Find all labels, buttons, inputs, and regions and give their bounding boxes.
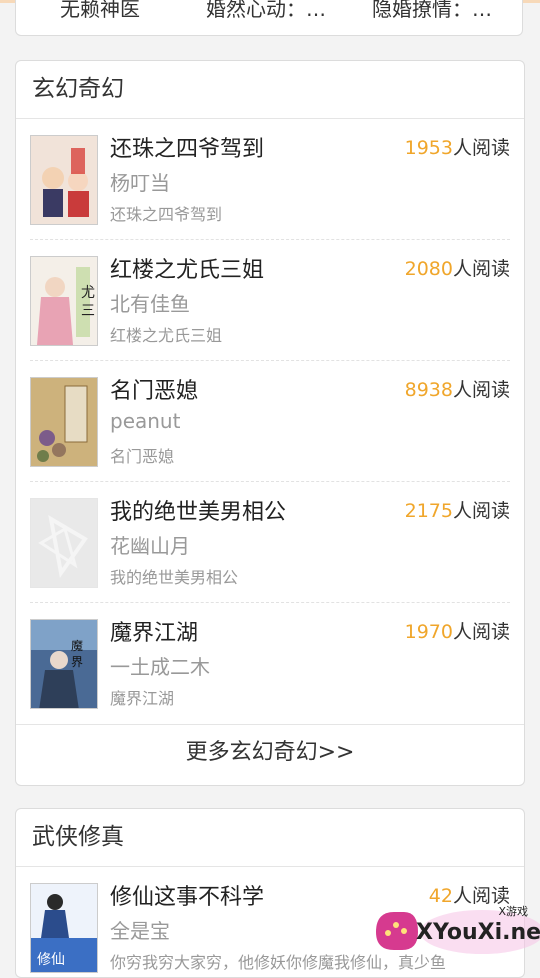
book-cover[interactable]: 魔 界 (30, 619, 98, 709)
book-item[interactable]: 魔 界 魔界江湖 1970人阅读 一土成二木 魔界江湖 (30, 603, 510, 724)
read-count: 2175人阅读 (404, 500, 510, 522)
section-xuanhuan: 玄幻奇幻 还珠之四爷驾到 1953人阅读 杨叮当 还珠之四爷驾到 尤 三 红楼之… (15, 60, 525, 786)
book-title[interactable]: 名门恶媳 (110, 373, 198, 405)
book-item[interactable]: 尤 三 红楼之尤氏三姐 2080人阅读 北有佳鱼 红楼之尤氏三姐 (30, 240, 510, 361)
book-author: 花幽山月 (110, 534, 190, 558)
book-item[interactable]: 名门恶媳 8938人阅读 peanut 名门恶媳 (30, 361, 510, 482)
book-title[interactable]: 还珠之四爷驾到 (110, 131, 264, 163)
book-description: 我的绝世美男相公 (110, 568, 239, 587)
book-author: 全是宝 (110, 919, 170, 943)
previous-section-card: 无赖神医 婚然心动：… 隐婚撩情：… (15, 0, 523, 36)
section-title: 武侠修真 (16, 809, 524, 867)
watermark-brand: XYouXi.net (416, 920, 540, 945)
book-title[interactable]: 红楼之尤氏三姐 (110, 252, 264, 284)
section-title: 玄幻奇幻 (16, 61, 524, 119)
book-author: peanut (110, 409, 181, 433)
svg-text:界: 界 (71, 655, 83, 669)
book-author: 杨叮当 (110, 171, 170, 195)
svg-text:魔: 魔 (71, 638, 83, 653)
site-watermark: X游戏 XYouXi.net (372, 898, 540, 960)
book-title[interactable]: 修仙这事不科学 (110, 879, 264, 911)
book-cover-placeholder[interactable] (30, 498, 98, 588)
book-description: 名门恶媳 (110, 447, 175, 466)
watermark-small-text: X游戏 (498, 905, 528, 918)
svg-text:修仙: 修仙 (37, 952, 65, 968)
book-cover[interactable] (30, 377, 98, 467)
read-count: 1953人阅读 (404, 137, 510, 159)
book-title[interactable]: 魔界江湖 (110, 615, 198, 647)
book-link-hunran[interactable]: 婚然心动：… (206, 0, 326, 22)
book-author: 一土成二木 (110, 655, 210, 679)
book-item[interactable]: 我的绝世美男相公 2175人阅读 花幽山月 我的绝世美男相公 (30, 482, 510, 603)
book-cover[interactable] (30, 135, 98, 225)
svg-text:三: 三 (81, 303, 95, 319)
book-cover[interactable]: 尤 三 (30, 256, 98, 346)
book-description: 红楼之尤氏三姐 (110, 326, 223, 345)
read-count: 1970人阅读 (404, 621, 510, 643)
book-title[interactable]: 我的绝世美男相公 (110, 494, 286, 526)
read-count: 2080人阅读 (404, 258, 510, 280)
book-item[interactable]: 还珠之四爷驾到 1953人阅读 杨叮当 还珠之四爷驾到 (30, 119, 510, 240)
book-link-yinhun[interactable]: 隐婚撩情：… (372, 0, 492, 22)
book-author: 北有佳鱼 (110, 292, 190, 316)
svg-text:尤: 尤 (81, 285, 95, 301)
book-link-wulai[interactable]: 无赖神医 (60, 0, 140, 22)
book-description: 还珠之四爷驾到 (110, 205, 223, 224)
book-description: 魔界江湖 (110, 689, 175, 708)
read-count: 8938人阅读 (404, 379, 510, 401)
more-link[interactable]: 更多玄幻奇幻>> (16, 724, 524, 782)
